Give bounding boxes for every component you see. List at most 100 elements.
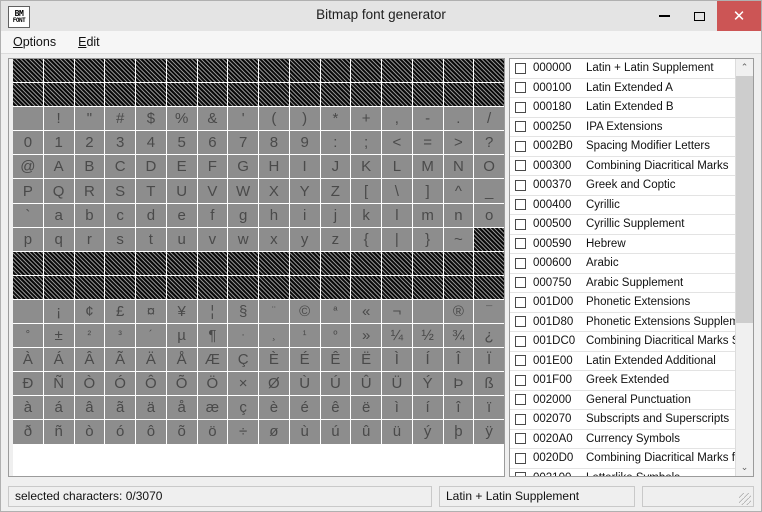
block-checkbox[interactable] [515, 277, 526, 289]
unicode-block-row[interactable]: 000300 Combining Diacritical Marks [510, 157, 735, 176]
char-cell[interactable]: ² [74, 324, 105, 348]
char-cell[interactable]: ' [228, 107, 258, 131]
char-cell[interactable]: i [289, 203, 320, 227]
unicode-block-row[interactable]: 001E00 Latin Extended Additional [510, 352, 735, 371]
char-cell[interactable]: Û [351, 372, 381, 396]
char-cell-blocked[interactable] [289, 275, 320, 299]
char-cell[interactable]: Ã [105, 348, 135, 372]
char-cell[interactable]: u [166, 227, 197, 251]
char-cell[interactable]: þ [443, 420, 474, 444]
char-cell-blocked[interactable] [197, 275, 228, 299]
char-cell[interactable]: ! [43, 107, 74, 131]
char-cell[interactable]: ¡ [43, 299, 74, 324]
char-cell[interactable]: û [351, 420, 381, 444]
block-checkbox[interactable] [515, 316, 526, 328]
char-cell[interactable]: X [259, 179, 289, 203]
char-cell[interactable]: H [259, 155, 289, 179]
char-cell[interactable]: o [474, 203, 504, 227]
char-cell[interactable]: _ [474, 179, 504, 203]
char-cell[interactable]: µ [166, 324, 197, 348]
char-cell[interactable]: Ò [74, 372, 105, 396]
char-cell[interactable]: Ú [320, 372, 351, 396]
char-cell-blocked[interactable] [136, 59, 166, 83]
char-cell-blocked[interactable] [43, 59, 74, 83]
char-cell[interactable]: 0 [13, 131, 43, 155]
char-cell-blocked[interactable] [474, 227, 504, 251]
char-cell[interactable]: Õ [166, 372, 197, 396]
character-grid[interactable]: ! " # $% & '() * +, -./ 0 1 2 3 4 5 6 7 8 9:; < = >? @ A B C D E F G H… [13, 59, 504, 476]
char-cell-blocked[interactable] [443, 59, 474, 83]
character-grid-panel[interactable]: ! " # $% & '() * +, -./ 0 1 2 3 4 5 6 7 8 9:; < = >? @ A B C D E F G H… [8, 58, 505, 477]
char-cell[interactable]: N [443, 155, 474, 179]
scroll-down-icon[interactable]: ⌄ [736, 459, 753, 476]
char-cell[interactable]: ó [105, 420, 135, 444]
char-cell[interactable]: L [382, 155, 412, 179]
char-cell[interactable]: ¸ [259, 324, 289, 348]
char-cell[interactable]: ¬ [382, 299, 412, 324]
char-cell[interactable]: ± [43, 324, 74, 348]
char-cell[interactable]: | [382, 227, 412, 251]
char-cell[interactable]: = [412, 131, 443, 155]
block-checkbox[interactable] [515, 101, 526, 113]
char-cell[interactable]: Ý [412, 372, 443, 396]
char-cell[interactable]: õ [166, 420, 197, 444]
unicode-block-row[interactable]: 000590 Hebrew [510, 235, 735, 254]
char-cell-blocked[interactable] [228, 275, 258, 299]
block-checkbox[interactable] [515, 394, 526, 406]
char-cell[interactable]: ¨ [259, 299, 289, 324]
char-cell[interactable]: Ö [197, 372, 228, 396]
char-cell[interactable]: ¤ [136, 299, 166, 324]
char-cell-blocked[interactable] [289, 251, 320, 275]
char-cell[interactable]: º [320, 324, 351, 348]
char-cell[interactable]: : [320, 131, 351, 155]
char-cell[interactable]: k [351, 203, 381, 227]
char-cell[interactable]: ] [412, 179, 443, 203]
char-cell[interactable]: ? [474, 131, 504, 155]
char-cell-blocked[interactable] [474, 251, 504, 275]
char-cell[interactable]: ~ [443, 227, 474, 251]
char-cell[interactable]: ( [259, 107, 289, 131]
unicode-block-row[interactable]: 001DC0 Combining Diacritical Marks Supple… [510, 332, 735, 352]
char-cell[interactable]: ¦ [197, 299, 228, 324]
unicode-block-row[interactable]: 002070 Subscripts and Superscripts [510, 410, 735, 430]
close-button[interactable]: ✕ [717, 1, 761, 31]
maximize-button[interactable] [682, 1, 717, 31]
char-cell-blocked[interactable] [105, 275, 135, 299]
char-cell[interactable]: Ð [13, 372, 43, 396]
char-cell[interactable]: ò [74, 420, 105, 444]
char-cell-blocked[interactable] [412, 83, 443, 107]
block-checkbox[interactable] [515, 218, 526, 230]
char-cell-blocked[interactable] [443, 275, 474, 299]
char-cell[interactable]: Ô [136, 372, 166, 396]
char-cell-blocked[interactable] [474, 275, 504, 299]
char-cell[interactable]: Å [166, 348, 197, 372]
char-cell[interactable]: ö [197, 420, 228, 444]
char-cell-blocked[interactable] [228, 83, 258, 107]
char-cell[interactable]: Ó [105, 372, 135, 396]
unicode-block-row[interactable]: 002100Letterlike Symbols [510, 469, 735, 476]
char-cell[interactable]: ü [382, 420, 412, 444]
char-cell[interactable]: î [443, 396, 474, 420]
char-cell[interactable]: ø [259, 420, 289, 444]
char-cell[interactable]: 4 [136, 131, 166, 155]
char-cell[interactable]: È [259, 348, 289, 372]
char-cell-blocked[interactable] [166, 59, 197, 83]
char-cell-blocked[interactable] [351, 251, 381, 275]
unicode-block-list[interactable]: 000000 Latin + Latin Supplement 000100 Lati… [510, 59, 735, 476]
char-cell[interactable]: ½ [412, 324, 443, 348]
block-checkbox[interactable] [515, 62, 526, 74]
char-cell[interactable]: í [412, 396, 443, 420]
block-list-scrollbar[interactable]: ⌃ ⌄ [735, 59, 753, 476]
char-cell[interactable]: j [320, 203, 351, 227]
char-cell[interactable]: ý [412, 420, 443, 444]
char-cell-blocked[interactable] [43, 275, 74, 299]
char-cell[interactable]: > [443, 131, 474, 155]
char-cell[interactable]: h [259, 203, 289, 227]
char-cell[interactable]: T [136, 179, 166, 203]
char-cell[interactable]: ñ [43, 420, 74, 444]
char-cell[interactable]: $ [136, 107, 166, 131]
char-cell-blocked[interactable] [351, 59, 381, 83]
char-cell[interactable]: l [382, 203, 412, 227]
char-cell[interactable]: ´ [136, 324, 166, 348]
char-cell[interactable]: J [320, 155, 351, 179]
